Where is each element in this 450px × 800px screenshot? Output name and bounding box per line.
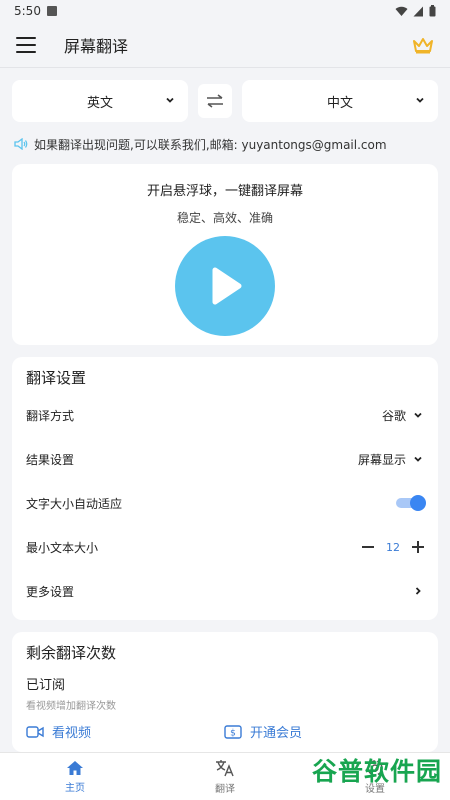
translation-method-label: 翻译方式	[26, 408, 75, 423]
more-settings-row[interactable]: 更多设置	[26, 569, 424, 613]
result-setting-label: 结果设置	[26, 452, 75, 467]
auto-text-size-row: 文字大小自动适应	[26, 481, 426, 525]
settings-title: 翻译设置	[26, 369, 87, 387]
speaker-icon	[14, 138, 28, 150]
status-bar: 5:50	[0, 0, 450, 22]
result-setting-row[interactable]: 结果设置 屏幕显示	[26, 437, 424, 481]
nav-home[interactable]: 主页	[0, 753, 150, 800]
remaining-translations-card: 剩余翻译次数 已订阅 看视频增加翻译次数 看视频 $ 开通会员	[12, 632, 438, 752]
contact-notice: 如果翻译出现问题,可以联系我们,邮箱: yuyantongs@gmail.com	[0, 134, 450, 154]
subscription-status: 已订阅	[26, 678, 66, 693]
watermark-logo: 谷普软件园	[311, 757, 442, 786]
svg-text:$: $	[230, 728, 236, 738]
target-language-select[interactable]: 中文	[242, 80, 438, 122]
chevron-down-icon	[166, 97, 174, 103]
translate-icon	[216, 759, 234, 776]
remaining-title: 剩余翻译次数	[26, 644, 117, 662]
auto-text-size-label: 文字大小自动适应	[26, 496, 123, 511]
chevron-down-icon	[414, 412, 422, 418]
translation-method-select[interactable]: 谷歌	[382, 407, 424, 424]
swap-icon	[207, 94, 223, 108]
chevron-down-icon	[416, 97, 424, 103]
wifi-icon	[395, 6, 408, 16]
source-language-label: 英文	[86, 95, 113, 111]
watch-video-label: 看视频	[52, 726, 92, 741]
status-icons	[395, 5, 436, 17]
home-icon	[67, 760, 83, 775]
result-setting-value: 屏幕显示	[357, 452, 406, 467]
notice-text: 如果翻译出现问题,可以联系我们,邮箱: yuyantongs@gmail.com	[34, 137, 387, 152]
min-text-size-row: 最小文本大小 12	[26, 525, 424, 569]
crown-icon[interactable]	[412, 36, 434, 54]
remaining-actions: 看视频 $ 开通会员	[26, 722, 424, 741]
vip-card-icon: $	[224, 724, 242, 739]
start-headline: 开启悬浮球，一键翻译屏幕	[146, 184, 303, 199]
result-setting-select[interactable]: 屏幕显示	[358, 451, 424, 468]
minus-button[interactable]	[362, 546, 374, 548]
translation-method-row[interactable]: 翻译方式 谷歌	[26, 393, 424, 437]
min-text-size-label: 最小文本大小	[26, 540, 99, 555]
watch-video-button[interactable]: 看视频	[26, 722, 224, 741]
min-text-size-stepper: 12	[362, 541, 424, 554]
open-vip-button[interactable]: $ 开通会员	[224, 722, 302, 741]
language-selector-row: 英文 中文	[0, 68, 450, 122]
image-notification-icon	[46, 6, 57, 16]
nav-translate-label: 翻译	[215, 783, 235, 795]
chevron-right-icon	[415, 587, 421, 595]
more-settings-label: 更多设置	[26, 584, 75, 599]
plus-button[interactable]	[412, 541, 424, 553]
status-time: 5:50	[14, 4, 41, 18]
open-vip-label: 开通会员	[250, 726, 303, 741]
video-icon	[26, 725, 44, 738]
play-icon	[212, 267, 242, 305]
app-bar: 屏幕翻译	[0, 22, 450, 68]
remaining-hint: 看视频增加翻译次数	[26, 701, 116, 712]
source-language-select[interactable]: 英文	[12, 80, 188, 122]
start-subline: 稳定、高效、准确	[176, 211, 273, 225]
auto-text-size-toggle[interactable]	[396, 495, 426, 511]
swap-languages-button[interactable]	[198, 84, 232, 118]
auto-text-size-toggle-wrap	[396, 495, 426, 511]
menu-icon[interactable]	[16, 36, 36, 53]
translation-method-value: 谷歌	[381, 408, 406, 423]
start-play-button[interactable]	[175, 236, 275, 336]
nav-home-label: 主页	[65, 782, 85, 794]
more-settings-arrow	[412, 585, 424, 597]
battery-icon	[429, 5, 436, 17]
page-title: 屏幕翻译	[64, 36, 129, 56]
start-floating-card: 开启悬浮球，一键翻译屏幕 稳定、高效、准确	[12, 164, 438, 345]
translation-settings-card: 翻译设置 翻译方式 谷歌 结果设置 屏幕显示 文字大小自动适应 最小文本大小 1…	[12, 357, 438, 620]
min-text-size-value: 12	[386, 540, 400, 554]
target-language-label: 中文	[326, 95, 353, 111]
signal-icon	[413, 6, 423, 16]
chevron-down-icon	[414, 456, 422, 462]
nav-translate[interactable]: 翻译	[150, 753, 300, 800]
